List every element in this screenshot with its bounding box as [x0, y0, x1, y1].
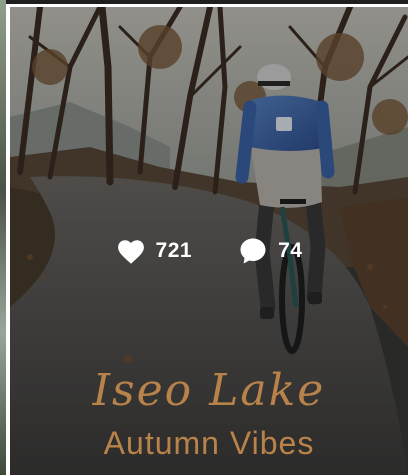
neighbor-tile-top: [0, 0, 408, 4]
heart-icon: [116, 238, 146, 265]
comments-stat[interactable]: 74: [238, 236, 302, 266]
caption-subtitle: Autumn Vibes: [103, 425, 315, 461]
caption-title: Iseo Lake: [92, 365, 326, 416]
speech-bubble-icon: [238, 236, 268, 266]
comments-count: 74: [278, 239, 303, 262]
likes-stat[interactable]: 721: [116, 238, 193, 265]
neighbor-tile-left: [0, 0, 6, 475]
likes-count: 721: [155, 239, 193, 262]
post-tile[interactable]: 721 74 Iseo Lake Autumn Vibes: [10, 7, 408, 475]
post-stats: 721 74: [10, 233, 408, 269]
